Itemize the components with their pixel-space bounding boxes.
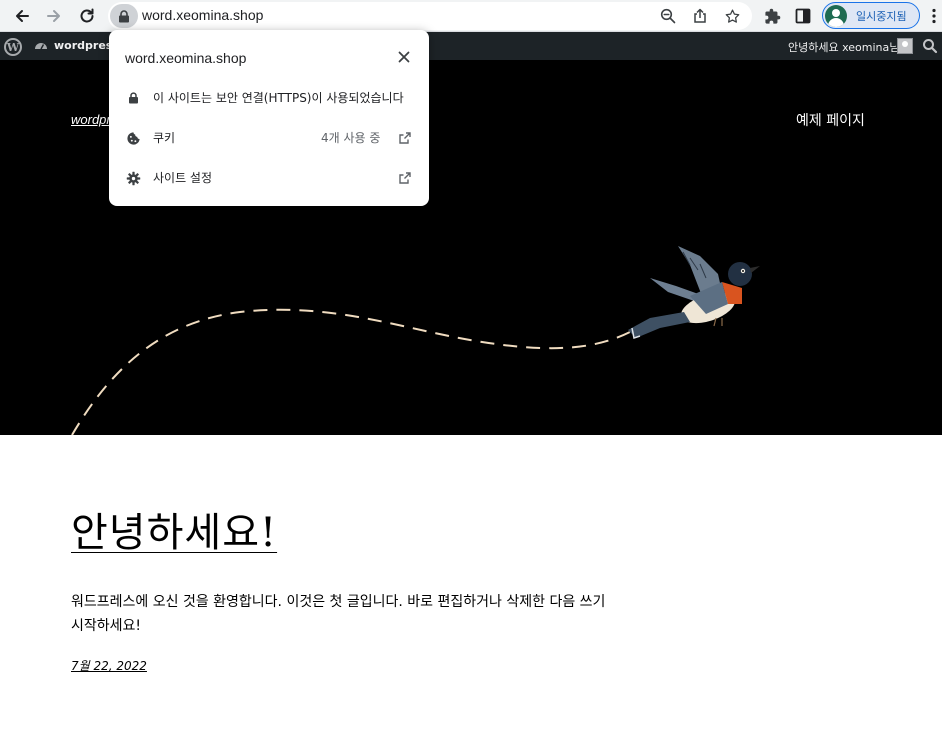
admin-greeting[interactable]: 안녕하세요 xeomina님 <box>788 39 899 55</box>
popup-title: word.xeomina.shop <box>125 50 247 66</box>
gear-icon <box>125 170 141 186</box>
close-icon <box>398 51 410 63</box>
star-icon <box>725 8 739 23</box>
browser-menu-button[interactable] <box>928 4 940 28</box>
external-link-icon <box>397 130 413 146</box>
cookies-count: 4개 사용 중 <box>321 131 381 145</box>
site-info-button[interactable] <box>110 4 138 28</box>
post-date[interactable]: 7월 22, 2022 <box>71 657 147 674</box>
back-arrow-icon <box>16 10 29 22</box>
site-info-popup: word.xeomina.shop 이 사이트는 보안 연결(HTTPS)이 사… <box>109 30 429 206</box>
share-icon <box>694 8 706 23</box>
admin-avatar[interactable] <box>897 38 913 54</box>
bookmark-button[interactable] <box>722 6 742 26</box>
browser-toolbar: word.xeomina.shop 일시중지됨 <box>0 0 942 32</box>
lock-icon <box>125 90 141 106</box>
more-vert-icon <box>932 8 936 24</box>
extensions-button[interactable] <box>760 4 784 28</box>
close-button[interactable] <box>395 48 413 66</box>
zoom-icon <box>660 8 676 24</box>
site-settings-label: 사이트 설정 <box>153 171 213 185</box>
connection-info-row[interactable]: 이 사이트는 보안 연결(HTTPS)이 사용되었습니다 <box>109 78 429 118</box>
post-body: 워드프레스에 오신 것을 환영합니다. 이것은 첫 글입니다. 바로 편집하거나… <box>71 594 606 634</box>
reload-button[interactable] <box>75 4 99 28</box>
zoom-button[interactable] <box>658 6 678 26</box>
cookies-row[interactable]: 쿠키 4개 사용 중 <box>109 118 429 158</box>
profile-status: 일시중지됨 <box>856 10 907 23</box>
forward-button[interactable] <box>42 4 66 28</box>
dashboard-icon[interactable] <box>34 39 48 53</box>
search-icon[interactable] <box>922 38 938 54</box>
profile-button[interactable]: 일시중지됨 <box>822 2 920 29</box>
forward-arrow-icon <box>47 10 60 22</box>
site-settings-row[interactable]: 사이트 설정 <box>109 158 429 198</box>
back-button[interactable] <box>10 4 34 28</box>
wordpress-logo-icon[interactable]: W <box>4 38 22 56</box>
side-panel-icon <box>795 8 811 24</box>
share-button[interactable] <box>690 6 710 26</box>
bird-illustration <box>628 246 760 339</box>
connection-label: 이 사이트는 보안 연결(HTTPS)이 사용되었습니다 <box>153 91 404 105</box>
extensions-icon <box>764 8 780 24</box>
cookies-label: 쿠키 <box>153 131 176 145</box>
url-text[interactable]: word.xeomina.shop <box>142 7 263 23</box>
lock-icon <box>119 9 129 22</box>
cookie-icon <box>125 130 141 146</box>
reload-icon <box>80 8 94 23</box>
post-title[interactable]: 안녕하세요! <box>71 500 277 558</box>
side-panel-button[interactable] <box>791 4 815 28</box>
address-bar[interactable]: word.xeomina.shop <box>108 2 752 30</box>
avatar <box>825 5 847 27</box>
external-link-icon <box>397 170 413 186</box>
